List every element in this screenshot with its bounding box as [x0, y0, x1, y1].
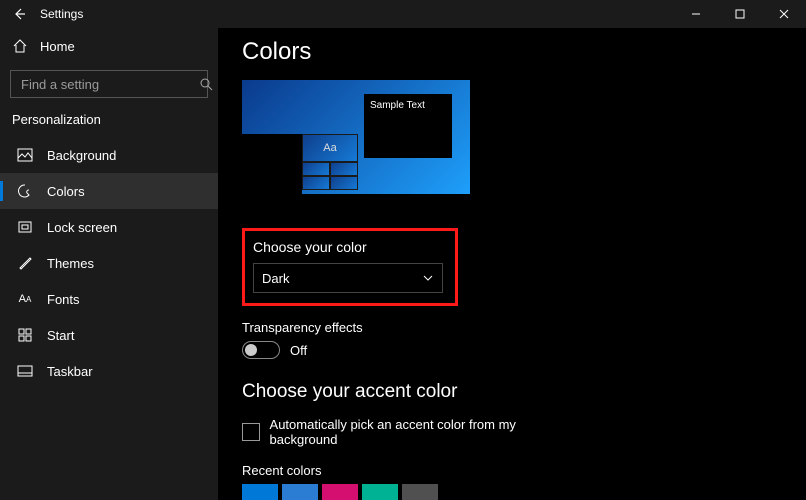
auto-accent-label: Automatically pick an accent color from …: [270, 417, 578, 447]
palette-icon: [17, 184, 33, 198]
window-title: Settings: [40, 7, 83, 21]
maximize-button[interactable]: [718, 0, 762, 28]
highlighted-section: Choose your color Dark: [242, 228, 458, 306]
sidebar-item-fonts[interactable]: AA Fonts: [0, 281, 218, 317]
sidebar-item-lockscreen[interactable]: Lock screen: [0, 209, 218, 245]
sidebar-home[interactable]: Home: [0, 28, 218, 64]
lockscreen-icon: [17, 220, 33, 234]
sidebar: Home Personalization Background Col: [0, 28, 218, 500]
combo-value: Dark: [262, 271, 289, 286]
color-swatch[interactable]: [362, 484, 398, 500]
sidebar-item-label: Themes: [47, 256, 94, 271]
color-swatch[interactable]: [402, 484, 438, 500]
color-swatch[interactable]: [282, 484, 318, 500]
transparency-toggle[interactable]: [242, 341, 280, 359]
choose-color-label: Choose your color: [253, 239, 447, 255]
transparency-value: Off: [290, 343, 307, 358]
back-button[interactable]: [12, 7, 26, 21]
start-icon: [17, 328, 33, 342]
sidebar-item-themes[interactable]: Themes: [0, 245, 218, 281]
taskbar-icon: [17, 365, 33, 377]
minimize-button[interactable]: [674, 0, 718, 28]
picture-icon: [17, 148, 33, 162]
color-swatch[interactable]: [322, 484, 358, 500]
recent-colors: [242, 484, 578, 500]
sidebar-item-label: Start: [47, 328, 74, 343]
color-swatch[interactable]: [242, 484, 278, 500]
sidebar-item-label: Background: [47, 148, 116, 163]
sidebar-item-label: Colors: [47, 184, 85, 199]
search-input[interactable]: [19, 76, 199, 93]
titlebar: Settings: [0, 0, 806, 28]
preview-window: Sample Text: [364, 94, 452, 158]
fonts-icon: AA: [17, 293, 33, 305]
preview-tiles: Aa: [302, 134, 358, 194]
sidebar-item-label: Fonts: [47, 292, 80, 307]
sidebar-home-label: Home: [40, 39, 75, 54]
close-button[interactable]: [762, 0, 806, 28]
content-area: Colors Sample Text Aa Choose your color …: [218, 28, 806, 500]
transparency-label: Transparency effects: [242, 320, 578, 335]
accent-color-heading: Choose your accent color: [242, 381, 578, 403]
sidebar-item-start[interactable]: Start: [0, 317, 218, 353]
home-icon: [12, 38, 28, 54]
recent-colors-label: Recent colors: [242, 463, 578, 478]
sidebar-item-colors[interactable]: Colors: [0, 173, 218, 209]
sidebar-item-background[interactable]: Background: [0, 137, 218, 173]
page-title: Colors: [242, 38, 578, 66]
auto-accent-checkbox[interactable]: [242, 423, 260, 441]
desktop-preview: Sample Text Aa: [242, 80, 470, 208]
sidebar-item-label: Lock screen: [47, 220, 117, 235]
sidebar-item-taskbar[interactable]: Taskbar: [0, 353, 218, 389]
sidebar-item-label: Taskbar: [47, 364, 93, 379]
category-label: Personalization: [0, 108, 218, 137]
search-box[interactable]: [10, 70, 208, 98]
preview-start: [242, 134, 302, 194]
preview-taskbar: [242, 194, 470, 208]
search-icon: [199, 77, 213, 91]
choose-color-combobox[interactable]: Dark: [253, 263, 443, 293]
paintbrush-icon: [17, 255, 33, 271]
chevron-down-icon: [422, 272, 434, 284]
